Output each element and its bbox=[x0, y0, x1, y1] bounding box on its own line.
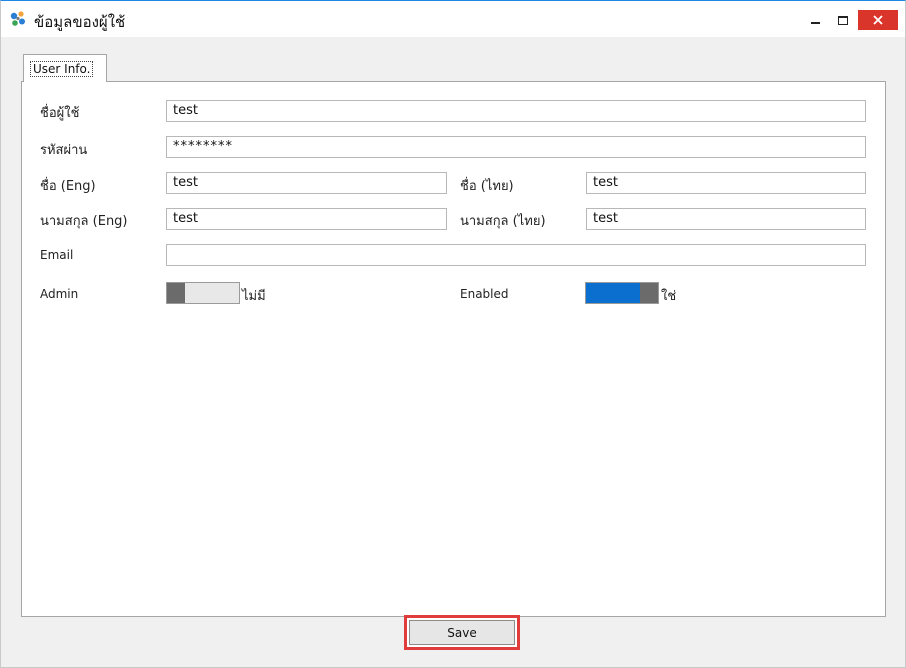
close-button[interactable] bbox=[858, 10, 898, 30]
first-name-en-label: ชื่อ (Eng) bbox=[40, 179, 96, 194]
password-label: รหัสผ่าน bbox=[40, 143, 88, 158]
first-name-th-label: ชื่อ (ไทย) bbox=[460, 179, 514, 194]
last-name-en-label: นามสกุล (Eng) bbox=[40, 214, 128, 229]
maximize-icon bbox=[838, 15, 848, 25]
admin-toggle[interactable] bbox=[166, 282, 240, 304]
last-name-th-field[interactable]: test bbox=[586, 208, 866, 230]
minimize-icon bbox=[810, 22, 820, 24]
email-label: Email bbox=[40, 248, 74, 262]
enabled-label: Enabled bbox=[460, 287, 509, 301]
app-logo-icon bbox=[9, 10, 27, 28]
admin-label: Admin bbox=[40, 287, 79, 301]
save-button[interactable]: Save bbox=[409, 620, 515, 645]
username-label: ชื่อผู้ใช้ bbox=[40, 106, 80, 121]
enabled-toggle-knob[interactable] bbox=[640, 283, 658, 303]
tab-user-info-label: User Info. bbox=[30, 61, 94, 77]
first-name-en-field[interactable]: test bbox=[166, 172, 447, 194]
close-icon bbox=[873, 15, 883, 25]
enabled-toggle-state: ใช่ bbox=[661, 289, 677, 304]
title-bar: ข้อมูลของผู้ใช้ bbox=[1, 1, 905, 37]
enabled-toggle[interactable] bbox=[585, 282, 659, 304]
password-field[interactable]: ******** bbox=[166, 136, 866, 158]
maximize-button[interactable] bbox=[829, 10, 857, 30]
tab-user-info[interactable]: User Info. bbox=[23, 54, 107, 82]
first-name-th-field[interactable]: test bbox=[586, 172, 866, 194]
tab-content-panel bbox=[21, 81, 886, 617]
email-field[interactable] bbox=[166, 244, 866, 266]
last-name-th-label: นามสกุล (ไทย) bbox=[460, 214, 546, 229]
user-info-window: ข้อมูลของผู้ใช้ User Info. ชื่อผู้ใช้ te… bbox=[0, 0, 906, 668]
admin-toggle-state: ไม่มี bbox=[242, 289, 266, 304]
username-field[interactable]: test bbox=[166, 100, 866, 122]
minimize-button[interactable] bbox=[801, 10, 829, 30]
window-title: ข้อมูลของผู้ใช้ bbox=[34, 13, 126, 31]
admin-toggle-knob[interactable] bbox=[167, 283, 185, 303]
last-name-en-field[interactable]: test bbox=[166, 208, 447, 230]
